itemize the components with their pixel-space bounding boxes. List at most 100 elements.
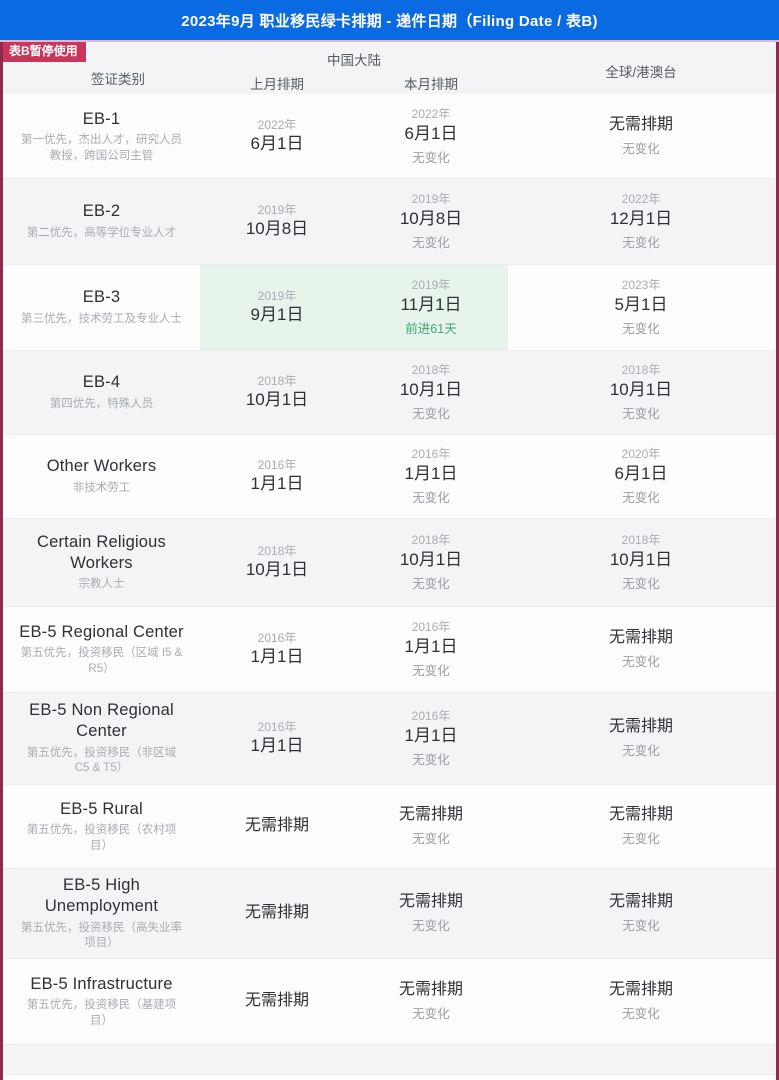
date-value: 10月8日 bbox=[245, 219, 309, 239]
change-note: 前进61天 bbox=[405, 321, 457, 336]
category-cell: EB-2 第二优先，高等学位专业人才 bbox=[3, 179, 200, 264]
worldwide-cell: 2020年 6月1日 无变化 bbox=[508, 435, 774, 518]
category-description: 第五优先，投资移民（非区域 C5 & T5） bbox=[26, 746, 177, 775]
date-value: 1月1日 bbox=[250, 647, 304, 667]
prev-month-cell: 2019年 9月1日 bbox=[200, 265, 354, 350]
category-name: EB-5 Rural bbox=[60, 799, 143, 818]
change-note: 无变化 bbox=[412, 406, 450, 421]
date-year: 2022年 bbox=[257, 117, 297, 132]
current-month-cell: 2016年 1月1日无变化 bbox=[354, 607, 508, 692]
change-note: 无变化 bbox=[622, 744, 660, 759]
category-cell: EB-5 Non Regional Center 第五优先，投资移民（非区域 C5… bbox=[3, 693, 200, 784]
prev-month-cell: 2016年 1月1日 bbox=[200, 435, 354, 518]
category-cell: EB-1 第一优先，杰出人才，研究人员 教授，跨国公司主管 bbox=[3, 95, 200, 178]
current-month-cell: 2018年 10月1日 无变化 bbox=[354, 519, 508, 606]
date-value: 1月1日 bbox=[404, 463, 458, 483]
date-value: 1月1日 bbox=[404, 636, 458, 656]
worldwide-cell: 无需排期 无变化 bbox=[508, 607, 774, 692]
date-year: 2018年 bbox=[257, 543, 297, 558]
date-value: 9月1日 bbox=[250, 305, 304, 325]
change-note: 无变化 bbox=[622, 832, 660, 847]
change-note: 无变化 bbox=[622, 321, 660, 336]
category-description: 第四优先，特殊人员 bbox=[49, 398, 154, 411]
table-row: EB-5 High Unemployment 第五优先，投资移民（高失业率项目） 无… bbox=[3, 869, 776, 959]
date-value: 无需排期 bbox=[244, 817, 309, 835]
prev-month-cell: 2018年 10月1日 bbox=[200, 519, 354, 606]
table-row: EB-1 第一优先，杰出人才，研究人员 教授，跨国公司主管 2022年 6月1日 202… bbox=[3, 95, 776, 179]
current-month-cell: 2016年 1月1日 无变化 bbox=[354, 693, 508, 784]
date-value: 无需排期 bbox=[608, 981, 673, 999]
date-value: 无需排期 bbox=[244, 992, 309, 1010]
category-name: EB-5 Infrastructure bbox=[30, 974, 173, 993]
date-value: 1月1日 bbox=[250, 474, 304, 494]
table-row: EB-2 第二优先，高等学位专业人才 2019年 10月8日 2019年 10月8日 无变化… bbox=[3, 179, 776, 265]
date-value: 无需排期 bbox=[398, 893, 463, 911]
current-month-cell: 2019年 10月8日 无变化 bbox=[354, 179, 508, 264]
category-description: 第五优先，投资移民（基建项目） bbox=[26, 999, 177, 1027]
change-note: 无变化 bbox=[622, 576, 660, 591]
date-value: 10月1日 bbox=[609, 379, 673, 399]
current-month-cell: 无需排期 无变化 bbox=[354, 959, 508, 1044]
table-row: EB-4 第四优先，特殊人员 2018年 10月1日 2018年 10月1日 无变化 2018… bbox=[3, 351, 776, 435]
date-value: 5月1日 bbox=[614, 294, 668, 314]
prev-month-cell: 无需排期 bbox=[200, 869, 354, 958]
change-note: 无变化 bbox=[412, 919, 450, 934]
category-name: EB-3 bbox=[82, 288, 121, 307]
table-row: EB-5 Infrastructure 第五优先，投资移民（基建项目） 无需排期 无需… bbox=[3, 959, 776, 1045]
prev-month-cell: 2022年 6月1日 bbox=[200, 95, 354, 178]
table-row: EB-3 第三优先，技术劳工及专业人士 2019年 9月1日 2019年 11月1日 前进6… bbox=[3, 265, 776, 351]
category-cell: EB-5 High Unemployment 第五优先，投资移民（高失业率项目） bbox=[3, 869, 200, 958]
category-name: Certain Religious Workers bbox=[36, 533, 167, 572]
change-note: 无变化 bbox=[412, 150, 450, 165]
change-note: 无变化 bbox=[622, 142, 660, 157]
date-year: 2018年 bbox=[411, 363, 451, 378]
category-name: EB-5 Regional Center bbox=[19, 622, 184, 641]
category-description: 宗教人士 bbox=[78, 578, 125, 591]
column-header-worldwide: 全球/港澳台 bbox=[605, 65, 677, 80]
date-value: 无需排期 bbox=[244, 904, 309, 922]
table-row: Other Workers 非技术劳工 2016年 1月1日 2016年 1月1日 无变化 2… bbox=[3, 435, 776, 519]
category-cell: EB-3 第三优先，技术劳工及专业人士 bbox=[3, 265, 200, 350]
category-name: EB-4 bbox=[82, 373, 121, 392]
date-value: 6月1日 bbox=[250, 134, 304, 154]
worldwide-cell: 无需排期 无变化 bbox=[508, 95, 774, 178]
date-value: 10月1日 bbox=[399, 379, 463, 399]
date-value: 10月1日 bbox=[245, 390, 309, 410]
change-note: 无变化 bbox=[622, 235, 660, 250]
change-note: 无变化 bbox=[412, 832, 450, 847]
worldwide-cell: 无需排期 无变化 bbox=[508, 785, 774, 868]
page-title: 2023年9月 职业移民绿卡排期 - 递件日期（Filing Date / 表B… bbox=[181, 12, 598, 30]
category-description: 第五优先，投资移民（高失业率项目） bbox=[21, 921, 182, 950]
category-cell: EB-5 Rural 第五优先，投资移民（农村项目） bbox=[3, 785, 200, 868]
date-value: 10月1日 bbox=[399, 549, 463, 569]
category-cell: Other Workers 非技术劳工 bbox=[3, 435, 200, 518]
category-name: EB-5 High Unemployment bbox=[44, 876, 159, 915]
category-description: 第三优先，技术劳工及专业人士 bbox=[21, 313, 182, 326]
change-note: 无变化 bbox=[412, 576, 450, 591]
prev-month-cell: 2016年 1月1日 bbox=[200, 693, 354, 784]
date-value: 10月1日 bbox=[609, 549, 673, 569]
date-value: 无需排期 bbox=[608, 893, 673, 911]
column-header-prev-month: 上月排期 bbox=[250, 77, 304, 92]
status-badge: 表B暂停使用 bbox=[3, 42, 86, 63]
change-note: 无变化 bbox=[412, 663, 450, 678]
table-row: Certain Religious Workers 宗教人士 2018年 10月1日 2… bbox=[3, 519, 776, 607]
prev-month-cell: 无需排期 bbox=[200, 785, 354, 868]
current-month-cell: 无需排期 无变化 bbox=[354, 785, 508, 868]
change-note: 无变化 bbox=[622, 1007, 660, 1022]
date-year: 2016年 bbox=[411, 447, 451, 462]
worldwide-cell: 2018年 10月1日 无变化 bbox=[508, 351, 774, 434]
date-year: 2020年 bbox=[621, 447, 661, 462]
category-cell: EB-5 Infrastructure 第五优先，投资移民（基建项目） bbox=[3, 959, 200, 1044]
prev-month-cell: 2019年 10月8日 bbox=[200, 179, 354, 264]
category-description: 第二优先，高等学位专业人才 bbox=[26, 227, 177, 240]
category-name: EB-2 bbox=[82, 202, 121, 221]
date-year: 2016年 bbox=[257, 457, 297, 472]
table-header: 表B暂停使用 签证类别 中国大陆 上月排期 本月排期 全球/港澳台 bbox=[3, 42, 776, 95]
date-value: 无需排期 bbox=[608, 806, 673, 824]
date-year: 2018年 bbox=[621, 533, 661, 548]
date-year: 2022年 bbox=[411, 107, 451, 122]
current-month-cell: 2016年 1月1日 无变化 bbox=[354, 435, 508, 518]
date-year: 2016年 bbox=[411, 620, 451, 635]
table-frame: 表B暂停使用 签证类别 中国大陆 上月排期 本月排期 全球/港澳台 EB-1 第一… bbox=[0, 42, 779, 1080]
